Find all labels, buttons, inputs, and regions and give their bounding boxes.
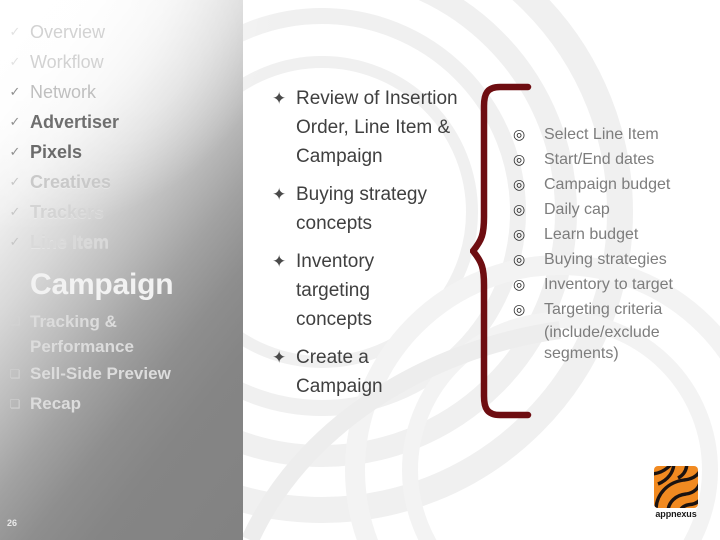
agenda-item-label: Create a Campaign — [296, 347, 383, 397]
details-item-label: Learn budget — [544, 226, 639, 243]
agenda-item-label: Inventory targeting concepts — [296, 251, 375, 330]
sidebar-item-pixels[interactable]: ✓ Pixels — [0, 137, 243, 167]
sidebar-item-label: Network — [30, 82, 97, 102]
sidebar-item-creatives[interactable]: ✓ Creatives — [0, 167, 243, 197]
bullseye-icon: ◎ — [513, 151, 526, 167]
sidebar-item-label: Pixels — [30, 142, 83, 162]
appnexus-logo-icon — [654, 466, 698, 508]
sidebar-completed-list: ✓ Overview ✓ Workflow ✓ Network ✓ Advert… — [0, 17, 243, 257]
agenda-item[interactable]: ✦ Create a Campaign — [272, 343, 472, 401]
sidebar-item-label: Tracking & Performance — [30, 312, 134, 356]
bullseye-icon: ◎ — [513, 126, 526, 142]
sidebar-item-overview[interactable]: ✓ Overview — [0, 17, 243, 47]
details-item-label: Daily cap — [544, 201, 610, 218]
details-list: ◎ Select Line Item ◎ Start/End dates ◎ C… — [513, 122, 720, 364]
details-item-label: Select Line Item — [544, 126, 659, 143]
four-point-star-icon: ✦ — [272, 348, 287, 367]
agenda-item-label: Review of Insertion Order, Line Item & C… — [296, 88, 458, 167]
page-number: 26 — [7, 518, 18, 528]
sidebar-item-workflow[interactable]: ✓ Workflow — [0, 47, 243, 77]
agenda-item[interactable]: ✦ Review of Insertion Order, Line Item &… — [272, 84, 472, 171]
check-icon: ✓ — [9, 114, 21, 129]
check-icon: ✓ — [9, 234, 21, 249]
details-item[interactable]: ◎ Start/End dates — [513, 147, 720, 172]
check-icon: ✓ — [9, 144, 21, 159]
details-item-label: Buying strategies — [544, 251, 667, 268]
sidebar-heading-campaign: Campaign — [30, 268, 174, 301]
empty-square-icon: ❏ — [9, 397, 21, 411]
details-item[interactable]: ◎ Campaign budget — [513, 172, 720, 197]
sidebar-pending-list: ❏ Tracking & Performance ❏ Sell-Side Pre… — [0, 309, 243, 419]
bullseye-icon: ◎ — [513, 251, 526, 267]
bullseye-icon: ◎ — [513, 301, 526, 317]
details-item[interactable]: ◎ Inventory to target — [513, 272, 720, 297]
slide-sidebar: ✓ Overview ✓ Workflow ✓ Network ✓ Advert… — [0, 0, 290, 540]
agenda-item[interactable]: ✦ Buying strategy concepts — [272, 180, 472, 238]
details-item-label: Start/End dates — [544, 151, 655, 168]
check-icon: ✓ — [9, 54, 21, 69]
sidebar-item-advertiser[interactable]: ✓ Advertiser — [0, 107, 243, 137]
bullseye-icon: ◎ — [513, 201, 526, 217]
empty-square-icon: ❏ — [9, 367, 21, 381]
sidebar-item-label: Overview — [30, 22, 106, 42]
details-item[interactable]: ◎ Targeting criteria (include/exclude se… — [513, 297, 720, 364]
details-item[interactable]: ◎ Select Line Item — [513, 122, 720, 147]
details-item[interactable]: ◎ Learn budget — [513, 222, 720, 247]
check-icon: ✓ — [9, 84, 21, 99]
sidebar-item-label: Line Item — [30, 232, 110, 252]
sidebar-item-label: Workflow — [30, 52, 104, 72]
check-icon: ✓ — [9, 24, 21, 39]
sidebar-item-tracking-performance[interactable]: ❏ Tracking & Performance — [0, 309, 243, 359]
four-point-star-icon: ✦ — [272, 185, 287, 204]
agenda-item-label: Buying strategy concepts — [296, 184, 427, 234]
details-item[interactable]: ◎ Buying strategies — [513, 247, 720, 272]
details-item-sub: (include/exclude segments) — [544, 324, 660, 362]
sidebar-item-label: Trackers — [30, 202, 105, 222]
bullseye-icon: ◎ — [513, 176, 526, 192]
sidebar-item-label: Creatives — [30, 172, 112, 192]
agenda-item[interactable]: ✦ Inventory targeting concepts — [272, 247, 472, 334]
brand-name: appnexus — [655, 509, 697, 519]
sidebar-item-network[interactable]: ✓ Network — [0, 77, 243, 107]
sidebar-item-sell-side-preview[interactable]: ❏ Sell-Side Preview — [0, 359, 243, 389]
sidebar-item-label: Recap — [30, 394, 82, 413]
sidebar-item-label: Sell-Side Preview — [30, 364, 171, 383]
sidebar-item-recap[interactable]: ❏ Recap — [0, 389, 243, 419]
bullseye-icon: ◎ — [513, 276, 526, 292]
details-item-label: Inventory to target — [544, 276, 673, 293]
brand-logo: appnexus — [650, 466, 702, 520]
details-item[interactable]: ◎ Daily cap — [513, 197, 720, 222]
details-item-label: Campaign budget — [544, 176, 671, 193]
check-icon: ✓ — [9, 204, 21, 219]
sidebar-item-label: Advertiser — [30, 112, 120, 132]
four-point-star-icon: ✦ — [272, 89, 287, 108]
four-point-star-icon: ✦ — [272, 252, 287, 271]
bullseye-icon: ◎ — [513, 226, 526, 242]
details-item-main: Targeting criteria — [544, 301, 663, 318]
agenda-list: ✦ Review of Insertion Order, Line Item &… — [272, 84, 472, 410]
sidebar-item-trackers[interactable]: ✓ Trackers — [0, 197, 243, 227]
empty-square-icon: ❏ — [9, 314, 21, 328]
sidebar-item-line-item[interactable]: ✓ Line Item — [0, 227, 243, 257]
details-item-label: Targeting criteria (include/exclude segm… — [544, 297, 720, 364]
check-icon: ✓ — [9, 174, 21, 189]
